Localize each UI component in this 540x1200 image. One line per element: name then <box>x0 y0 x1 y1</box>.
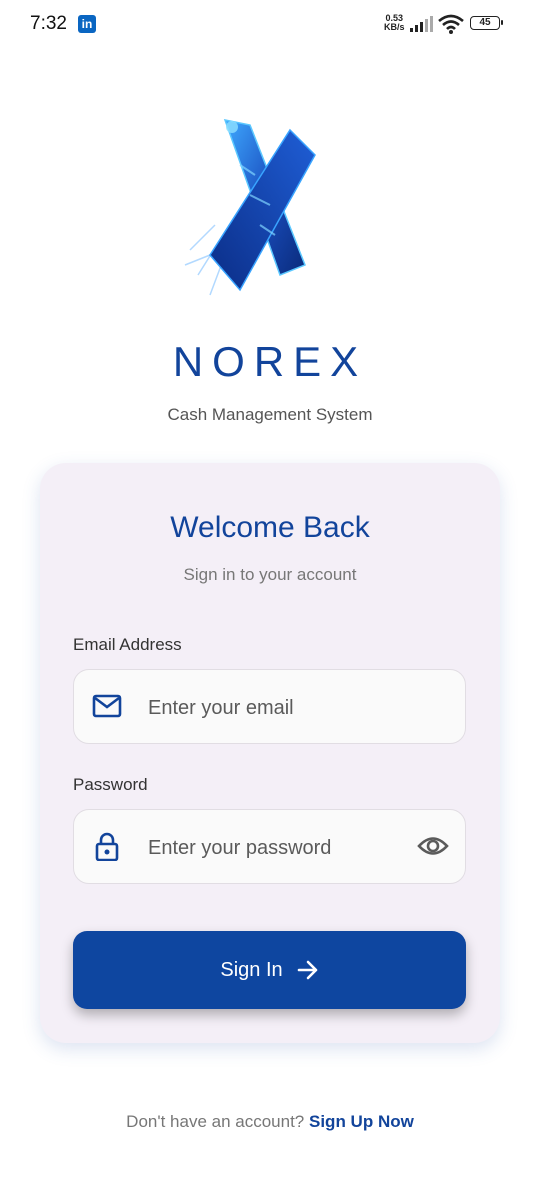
signup-prompt: Don't have an account? <box>126 1112 305 1131</box>
card-title: Welcome Back <box>170 511 370 544</box>
signup-footer: Don't have an account? Sign Up Now <box>0 1112 540 1132</box>
status-time: 7:32 <box>30 13 67 34</box>
password-input[interactable] <box>146 828 410 868</box>
eye-icon[interactable] <box>417 835 449 857</box>
battery-icon: 45 <box>470 16 503 30</box>
sign-in-button[interactable]: Sign In <box>73 931 466 1009</box>
status-bar: 7:32 in 0.53 KB/s 45 <box>0 0 540 48</box>
password-field-container[interactable] <box>73 809 466 884</box>
password-label: Password <box>73 775 148 794</box>
signal-icon <box>410 16 433 32</box>
brand-name: NOREX <box>172 338 368 385</box>
network-speed-unit: KB/s <box>384 22 405 32</box>
sign-up-link[interactable]: Sign Up Now <box>309 1112 414 1131</box>
sign-in-label: Sign In <box>220 958 283 981</box>
network-speed: 0.53 KB/s <box>384 14 405 32</box>
lock-icon <box>95 832 119 861</box>
email-label: Email Address <box>73 635 182 654</box>
email-field-container[interactable] <box>73 669 466 744</box>
login-card: Welcome Back Sign in to your account Ema… <box>40 463 500 1043</box>
email-input[interactable] <box>146 688 410 728</box>
arrow-right-icon <box>297 960 317 980</box>
brand-tagline: Cash Management System <box>167 405 373 424</box>
linkedin-notification-icon: in <box>78 15 96 33</box>
norex-x-logo-icon <box>184 119 316 296</box>
wifi-icon <box>438 14 464 34</box>
mail-icon <box>92 694 122 718</box>
card-subtitle: Sign in to your account <box>183 565 357 584</box>
